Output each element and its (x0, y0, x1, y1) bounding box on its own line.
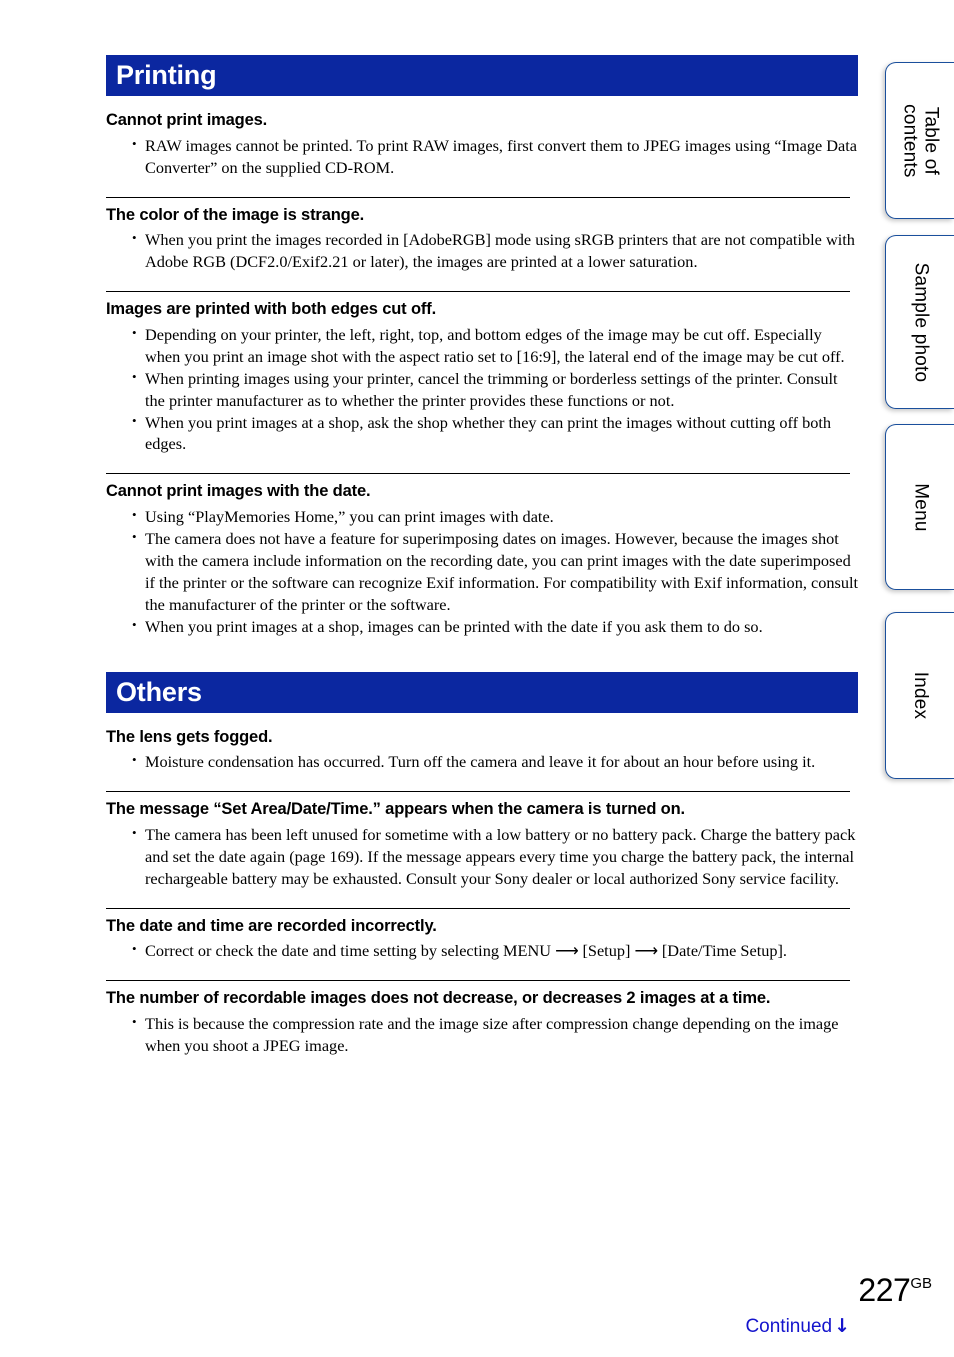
qa-heading: Cannot print images with the date. (106, 482, 371, 501)
section-divider (106, 907, 850, 909)
side-tab-strip: Table of contents Sample photo Menu Inde… (882, 0, 954, 1357)
bullet-item: This is because the compression rate and… (132, 1012, 858, 1057)
qa-block: Images are printed with both edges cut o… (106, 291, 858, 455)
section-title: Others (116, 676, 202, 707)
page-number: 227GB (858, 1272, 932, 1309)
qa-heading: The date and time are recorded incorrect… (106, 916, 437, 935)
section-printing: Printing Cannot print images. RAW images… (106, 55, 858, 638)
bullet-item: When printing images using your printer,… (132, 367, 858, 412)
qa-bullet-list: The camera has been left unused for some… (106, 823, 858, 890)
bullet-item: The camera has been left unused for some… (132, 823, 858, 890)
sidebar-item-index[interactable]: Index (885, 612, 954, 779)
qa-heading: The color of the image is strange. (106, 205, 365, 224)
qa-block: The color of the image is strange. When … (106, 196, 858, 274)
qa-heading: The lens gets fogged. (106, 727, 273, 746)
sidebar-item-table-of-contents[interactable]: Table of contents (885, 62, 954, 219)
qa-block: The lens gets fogged. Moisture condensat… (106, 727, 858, 774)
section-title: Printing (116, 60, 217, 90)
qa-block: The number of recordable images does not… (106, 980, 858, 1057)
qa-heading: The message “Set Area/Date/Time.” appear… (106, 800, 685, 819)
bullet-item: When you print images at a shop, images … (132, 615, 858, 638)
qa-heading: Images are printed with both edges cut o… (106, 300, 437, 319)
page-number-value: 227 (858, 1272, 911, 1308)
section-divider (106, 473, 850, 475)
tab-label: Sample photo (910, 262, 932, 382)
bullet-item: Moisture condensation has occurred. Turn… (132, 750, 858, 773)
qa-bullet-list: This is because the compression rate and… (106, 1012, 858, 1057)
bullet-item: When you print the images recorded in [A… (132, 228, 858, 273)
qa-block: Cannot print images. RAW images cannot b… (106, 110, 858, 179)
bullet-item: When you print images at a shop, ask the… (132, 411, 858, 456)
section-divider (106, 791, 850, 793)
tab-label: Index (910, 671, 932, 720)
continued-label: Continued (745, 1316, 833, 1337)
section-divider (106, 980, 850, 982)
section-divider (106, 291, 850, 293)
section-others: Others The lens gets fogged. Moisture co… (106, 671, 858, 1057)
bullet-item: Depending on your printer, the left, rig… (132, 323, 858, 368)
qa-block: The message “Set Area/Date/Time.” appear… (106, 791, 858, 889)
bullet-item: RAW images cannot be printed. To print R… (132, 134, 858, 179)
qa-block: Cannot print images with the date. Using… (106, 473, 858, 637)
qa-bullet-list: Depending on your printer, the left, rig… (106, 323, 858, 456)
qa-bullet-list: RAW images cannot be printed. To print R… (106, 134, 858, 179)
qa-bullet-list: When you print the images recorded in [A… (106, 228, 858, 273)
tab-label: Table of contents (900, 103, 942, 178)
tab-label: Menu (910, 482, 932, 532)
sidebar-item-menu[interactable]: Menu (885, 424, 954, 590)
bullet-item: Correct or check the date and time setti… (132, 939, 858, 962)
qa-bullet-list: Using “PlayMemories Home,” you can print… (106, 505, 858, 638)
section-banner-printing: Printing (106, 55, 858, 96)
section-divider (106, 196, 850, 198)
qa-heading: The number of recordable images does not… (106, 989, 771, 1008)
bullet-item: Using “PlayMemories Home,” you can print… (132, 505, 858, 528)
content-column: Printing Cannot print images. RAW images… (106, 55, 858, 1075)
section-banner-others: Others (106, 671, 858, 713)
qa-heading: Cannot print images. (106, 111, 268, 129)
document-page: Printing Cannot print images. RAW images… (0, 0, 954, 1357)
sidebar-item-sample-photo[interactable]: Sample photo (885, 235, 954, 409)
qa-bullet-list: Correct or check the date and time setti… (106, 939, 858, 962)
page-number-region-suffix: GB (910, 1275, 932, 1292)
qa-block: The date and time are recorded incorrect… (106, 907, 858, 963)
qa-bullet-list: Moisture condensation has occurred. Turn… (106, 750, 858, 773)
bullet-item: The camera does not have a feature for s… (132, 527, 858, 616)
arrow-down-icon: ↓ (834, 1315, 850, 1337)
continued-link[interactable]: Continued ↓ (745, 1315, 850, 1338)
